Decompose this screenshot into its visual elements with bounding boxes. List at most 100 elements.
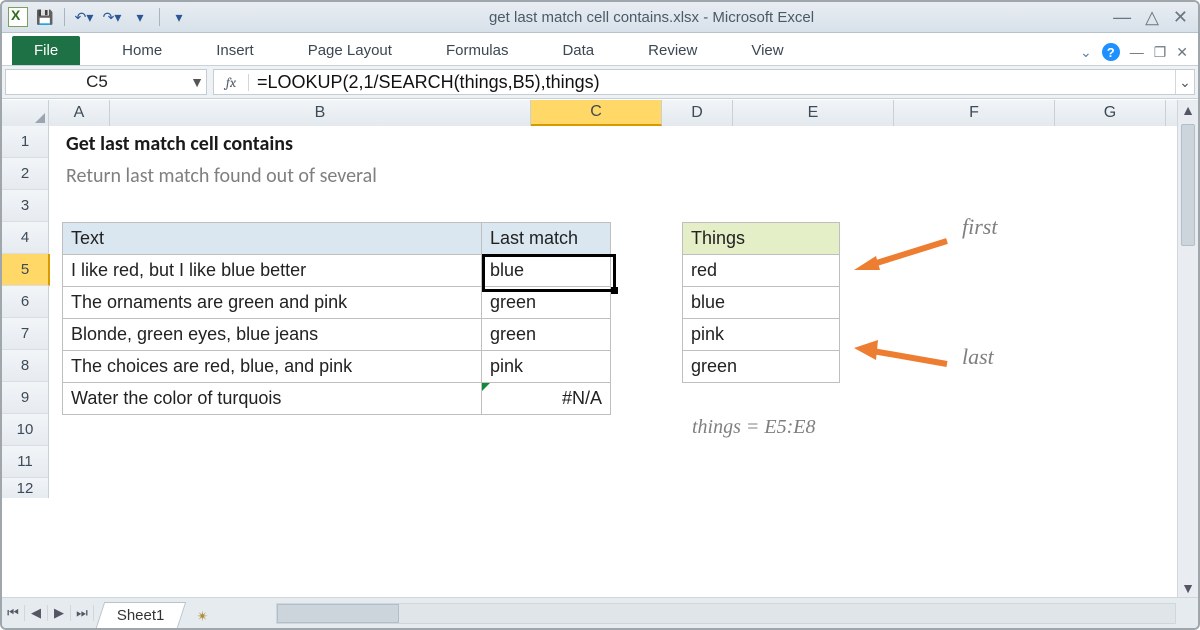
sheet-tab[interactable]: Sheet1 — [96, 602, 186, 628]
ribbon-tab-insert[interactable]: Insert — [202, 36, 268, 65]
row-header[interactable]: 2 — [2, 158, 49, 190]
cell[interactable]: The choices are red, blue, and pink — [63, 351, 482, 383]
col-header-c[interactable]: C — [531, 100, 662, 126]
workbook-restore-icon[interactable]: ❐ — [1154, 44, 1167, 61]
row-header[interactable]: 12 — [2, 478, 49, 498]
ribbon-tab-formulas[interactable]: Formulas — [432, 36, 523, 65]
table-row[interactable]: green — [683, 351, 840, 383]
col-header-b[interactable]: B — [110, 100, 531, 126]
row-header[interactable]: 7 — [2, 318, 49, 350]
fx-icon[interactable]: fx — [214, 74, 249, 91]
cell[interactable]: The ornaments are green and pink — [63, 287, 482, 319]
row-header[interactable]: 3 — [2, 190, 49, 222]
app-window: 💾 ↶▾ ↷▾ ▾ ▾ get last match cell contains… — [0, 0, 1200, 630]
annotation-range: things = E5:E8 — [692, 416, 816, 439]
table-row[interactable]: The choices are red, blue, and pinkpink — [63, 351, 611, 383]
row-header[interactable]: 10 — [2, 414, 49, 446]
cell[interactable]: Water the color of turquois — [63, 383, 482, 415]
row-header[interactable]: 9 — [2, 382, 49, 414]
col-header-e[interactable]: E — [733, 100, 894, 126]
worksheet-grid[interactable]: A B C D E F G 1 2 3 4 5 6 7 8 9 10 11 12… — [2, 100, 1198, 598]
cell[interactable]: red — [683, 255, 840, 287]
vertical-scrollbar[interactable]: ▲ ▼ — [1177, 100, 1198, 598]
window-title: get last match cell contains.xlsx - Micr… — [190, 9, 1113, 26]
qat-customize-icon[interactable]: ▾ — [168, 6, 190, 28]
table-row[interactable]: pink — [683, 319, 840, 351]
file-tab[interactable]: File — [12, 36, 80, 65]
cell[interactable]: pink — [482, 351, 611, 383]
cell[interactable]: green — [482, 287, 611, 319]
tab-scroll-prev-icon[interactable]: ◀ — [25, 605, 48, 621]
column-headers: A B C D E F G — [2, 100, 1198, 127]
minimize-icon[interactable]: — — [1113, 7, 1131, 28]
table-header: Text — [63, 223, 482, 255]
sheet-tab-bar: ⏮ ◀ ▶ ⏭ Sheet1 ✴ — [2, 597, 1198, 628]
horizontal-scrollbar[interactable] — [276, 603, 1176, 624]
scroll-up-icon[interactable]: ▲ — [1178, 100, 1198, 120]
ribbon-tab-data[interactable]: Data — [548, 36, 608, 65]
excel-icon — [8, 7, 28, 27]
select-all-corner[interactable] — [2, 100, 49, 126]
workbook-close-icon[interactable]: ✕ — [1176, 44, 1188, 61]
scroll-thumb[interactable] — [277, 604, 399, 623]
cell[interactable]: blue — [482, 255, 611, 287]
reference-style-icon[interactable]: ▾ — [129, 6, 151, 28]
tab-scroll-first-icon[interactable]: ⏮ — [2, 605, 25, 621]
cell[interactable]: #N/A — [482, 383, 611, 415]
ribbon-minimize-icon[interactable]: ⌄ — [1080, 44, 1092, 61]
tab-scroll-last-icon[interactable]: ⏭ — [71, 605, 94, 621]
save-icon[interactable]: 💾 — [34, 6, 56, 28]
cell[interactable]: green — [482, 319, 611, 351]
text-match-table: Text Last match I like red, but I like b… — [62, 222, 611, 415]
table-row[interactable]: I like red, but I like blue betterblue — [63, 255, 611, 287]
col-header-d[interactable]: D — [662, 100, 733, 126]
table-header: Things — [683, 223, 840, 255]
redo-icon[interactable]: ↷▾ — [101, 6, 123, 28]
ribbon-tab-review[interactable]: Review — [634, 36, 711, 65]
quick-access-toolbar: 💾 ↶▾ ↷▾ ▾ ▾ — [34, 6, 190, 28]
help-icon[interactable]: ? — [1102, 43, 1120, 61]
row-header[interactable]: 1 — [2, 126, 49, 158]
error-value: #N/A — [490, 388, 602, 409]
table-row[interactable]: Blonde, green eyes, blue jeansgreen — [63, 319, 611, 351]
col-header-g[interactable]: G — [1055, 100, 1166, 126]
cell[interactable]: blue — [683, 287, 840, 319]
close-icon[interactable]: ✕ — [1173, 7, 1188, 28]
row-header[interactable]: 4 — [2, 222, 49, 254]
col-header-a[interactable]: A — [49, 100, 110, 126]
cell[interactable]: pink — [683, 319, 840, 351]
new-sheet-icon[interactable]: ✴ — [190, 604, 216, 628]
page-subtitle: Return last match found out of several — [66, 164, 377, 188]
table-row[interactable]: The ornaments are green and pinkgreen — [63, 287, 611, 319]
ribbon-tab-view[interactable]: View — [737, 36, 797, 65]
formula-bar: C5 ▼ fx =LOOKUP(2,1/SEARCH(things,B5),th… — [2, 66, 1198, 99]
workbook-minimize-icon[interactable]: — — [1130, 44, 1144, 60]
name-box[interactable]: C5 ▼ — [5, 69, 207, 95]
row-header[interactable]: 11 — [2, 446, 49, 478]
undo-icon[interactable]: ↶▾ — [73, 6, 95, 28]
table-row[interactable]: red — [683, 255, 840, 287]
qat-separator — [64, 8, 65, 26]
formula-bar-expand-icon[interactable]: ⌄ — [1175, 70, 1194, 94]
maximize-icon[interactable]: △ — [1145, 7, 1159, 28]
cell[interactable]: I like red, but I like blue better — [63, 255, 482, 287]
row-header[interactable]: 5 — [2, 254, 50, 286]
ribbon-tab-home[interactable]: Home — [108, 36, 176, 65]
arrow-icon — [852, 336, 952, 379]
formula-input[interactable]: =LOOKUP(2,1/SEARCH(things,B5),things) — [249, 72, 1175, 93]
cell[interactable]: green — [683, 351, 840, 383]
name-box-dropdown-icon[interactable]: ▼ — [188, 74, 206, 90]
tab-scroll-next-icon[interactable]: ▶ — [48, 605, 71, 621]
arrow-icon — [852, 236, 952, 279]
table-row[interactable]: blue — [683, 287, 840, 319]
sheet-tab-label: Sheet1 — [117, 607, 165, 624]
row-header[interactable]: 6 — [2, 286, 49, 318]
scroll-down-icon[interactable]: ▼ — [1178, 578, 1198, 598]
ribbon-tab-page-layout[interactable]: Page Layout — [294, 36, 406, 65]
col-header-f[interactable]: F — [894, 100, 1055, 126]
scroll-thumb[interactable] — [1181, 124, 1195, 246]
cell[interactable]: Blonde, green eyes, blue jeans — [63, 319, 482, 351]
row-header[interactable]: 8 — [2, 350, 49, 382]
error-indicator-icon[interactable] — [482, 383, 490, 391]
table-row[interactable]: Water the color of turquois #N/A — [63, 383, 611, 415]
